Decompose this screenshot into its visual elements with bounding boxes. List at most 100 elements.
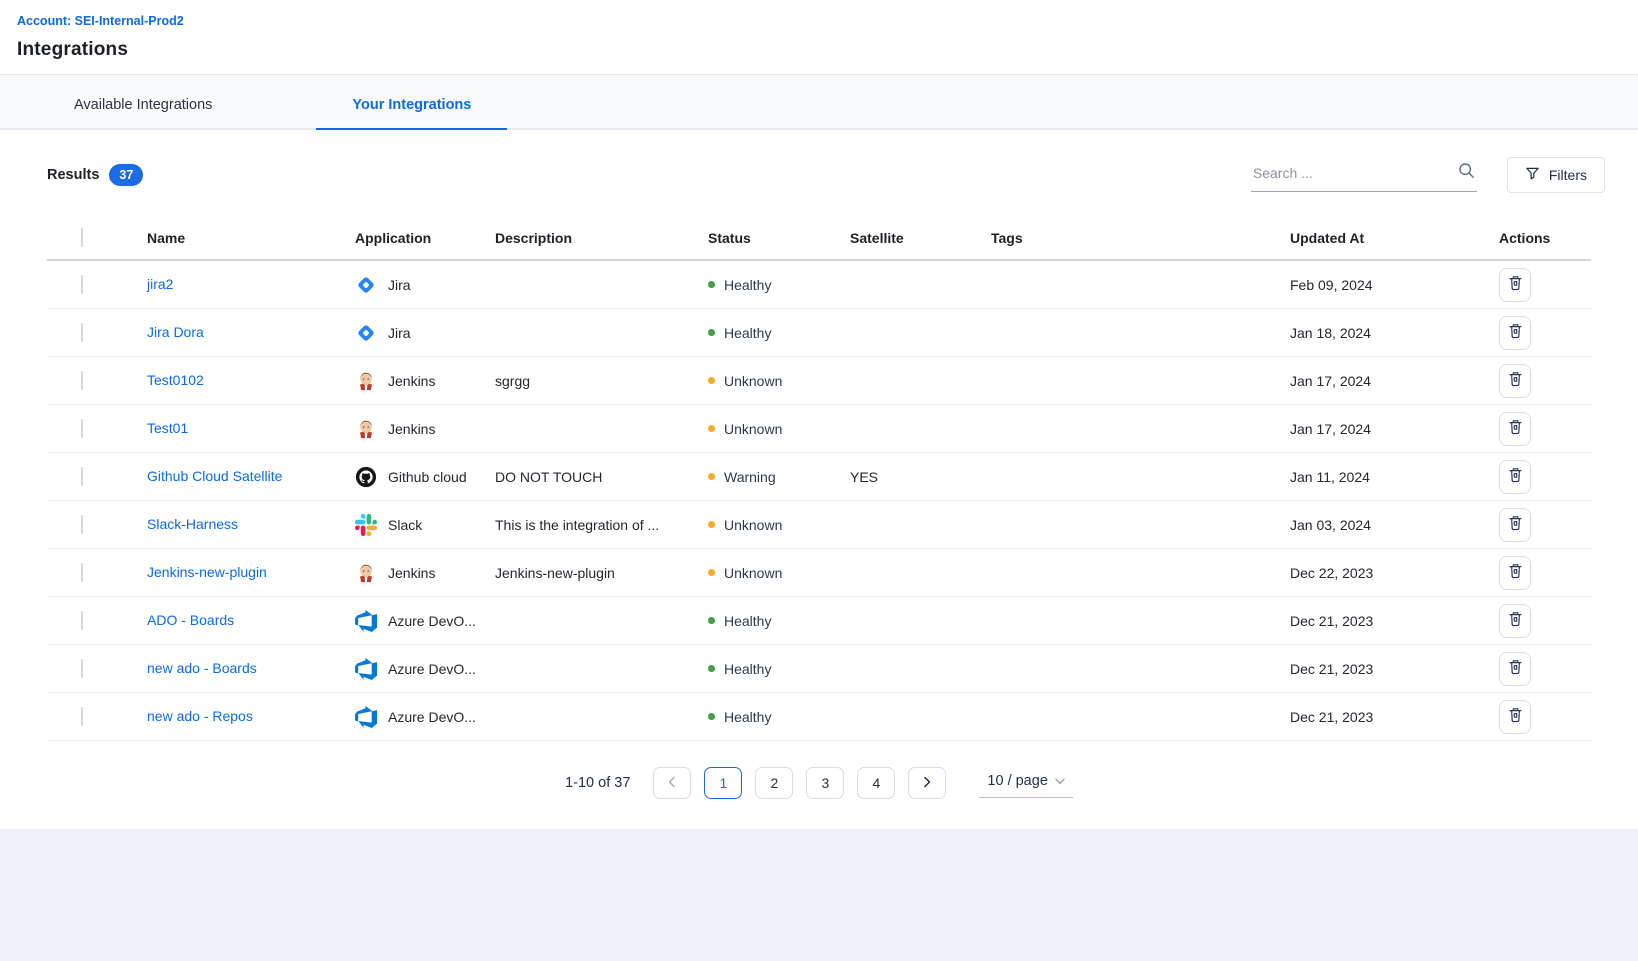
trash-icon [1508, 323, 1523, 342]
integration-name-link[interactable]: Test0102 [147, 372, 204, 388]
satellite-value: YES [850, 469, 991, 485]
page-button-1[interactable]: 1 [704, 767, 742, 799]
integration-name-link[interactable]: jira2 [147, 276, 173, 292]
status-indicator: Healthy [708, 613, 850, 629]
search-input[interactable] [1253, 165, 1458, 181]
trash-icon [1508, 563, 1523, 582]
status-label: Warning [724, 469, 776, 485]
integration-name-link[interactable]: Github Cloud Satellite [147, 468, 282, 484]
updated-at-value: Dec 21, 2023 [1290, 613, 1499, 629]
delete-button[interactable] [1499, 700, 1531, 734]
delete-button[interactable] [1499, 508, 1531, 542]
top-header: Account: SEI-Internal-Prod2 Integrations [0, 0, 1638, 75]
jenkins-icon [355, 562, 377, 584]
status-label: Healthy [724, 277, 771, 293]
chevron-right-icon [922, 775, 932, 791]
trash-icon [1508, 611, 1523, 630]
status-label: Healthy [724, 325, 771, 341]
integration-name-link[interactable]: Jenkins-new-plugin [147, 564, 267, 580]
status-dot-icon [708, 713, 715, 720]
results-summary: Results 37 [33, 164, 143, 186]
status-dot-icon [708, 617, 715, 624]
row-checkbox[interactable] [81, 563, 83, 582]
search-box [1251, 158, 1477, 192]
delete-button[interactable] [1499, 604, 1531, 638]
table-row: new ado - Boards Azure DevO... Healthy D… [47, 645, 1591, 693]
delete-button[interactable] [1499, 460, 1531, 494]
next-page-button[interactable] [908, 767, 946, 799]
application-label: Github cloud [388, 469, 467, 485]
status-dot-icon [708, 665, 715, 672]
page-background [0, 829, 1638, 961]
description-text: Jenkins-new-plugin [495, 565, 708, 581]
row-checkbox[interactable] [81, 659, 83, 678]
filters-label: Filters [1549, 167, 1587, 183]
status-dot-icon [708, 521, 715, 528]
column-header-satellite: Satellite [850, 230, 991, 246]
row-checkbox[interactable] [81, 611, 83, 630]
results-label: Results [47, 167, 99, 183]
integration-name-link[interactable]: new ado - Boards [147, 660, 257, 676]
delete-button[interactable] [1499, 556, 1531, 590]
row-checkbox[interactable] [81, 515, 83, 534]
row-checkbox[interactable] [81, 419, 83, 438]
column-header-tags: Tags [991, 230, 1290, 246]
status-indicator: Healthy [708, 277, 850, 293]
delete-button[interactable] [1499, 268, 1531, 302]
jira-icon [355, 322, 377, 344]
table-row: Test01 Jenkins Unknown Jan 17, 2024 [47, 405, 1591, 453]
page-size-select[interactable]: 10 / page [979, 769, 1072, 798]
column-header-application: Application [355, 230, 495, 246]
table-row: Github Cloud Satellite Github cloud DO N… [47, 453, 1591, 501]
status-indicator: Warning [708, 469, 850, 485]
previous-page-button[interactable] [653, 767, 691, 799]
table-row: new ado - Repos Azure DevO... Healthy De… [47, 693, 1591, 741]
application-label: Azure DevO... [388, 709, 476, 725]
description-text: DO NOT TOUCH [495, 469, 708, 485]
description-text: This is the integration of ... [495, 517, 708, 533]
page-title: Integrations [17, 39, 1621, 61]
pagination-range-label: 1-10 of 37 [565, 775, 630, 791]
azure-devops-icon [355, 706, 377, 728]
column-header-updated-at: Updated At [1290, 230, 1499, 246]
tab-available-integrations[interactable]: Available Integrations [64, 97, 222, 128]
integration-name-link[interactable]: Slack-Harness [147, 516, 238, 532]
status-dot-icon [708, 329, 715, 336]
status-dot-icon [708, 569, 715, 576]
page-button-3[interactable]: 3 [806, 767, 844, 799]
table-header-row: Name Application Description Status Sate… [47, 217, 1591, 261]
table-row: jira2 Jira Healthy Feb 09, 2024 [47, 261, 1591, 309]
toolbar: Results 37 Filters [33, 130, 1605, 193]
integration-name-link[interactable]: new ado - Repos [147, 708, 253, 724]
delete-button[interactable] [1499, 412, 1531, 446]
integration-name-link[interactable]: Jira Dora [147, 324, 204, 340]
jira-icon [355, 274, 377, 296]
application-label: Jira [388, 277, 411, 293]
delete-button[interactable] [1499, 316, 1531, 350]
trash-icon [1508, 515, 1523, 534]
account-link[interactable]: Account: SEI-Internal-Prod2 [17, 14, 184, 28]
row-checkbox[interactable] [81, 371, 83, 390]
application-label: Jenkins [388, 421, 435, 437]
table-row: Slack-Harness Slack This is the integrat… [47, 501, 1591, 549]
page-button-2[interactable]: 2 [755, 767, 793, 799]
delete-button[interactable] [1499, 364, 1531, 398]
updated-at-value: Jan 17, 2024 [1290, 421, 1499, 437]
status-indicator: Unknown [708, 517, 850, 533]
row-checkbox[interactable] [81, 707, 83, 726]
page-button-4[interactable]: 4 [857, 767, 895, 799]
updated-at-value: Jan 18, 2024 [1290, 325, 1499, 341]
filter-icon [1525, 166, 1540, 184]
filters-button[interactable]: Filters [1507, 157, 1605, 193]
integration-name-link[interactable]: Test01 [147, 420, 188, 436]
select-all-checkbox[interactable] [81, 228, 83, 247]
delete-button[interactable] [1499, 652, 1531, 686]
tab-your-integrations[interactable]: Your Integrations [342, 97, 481, 128]
trash-icon [1508, 467, 1523, 486]
row-checkbox[interactable] [81, 275, 83, 294]
integration-name-link[interactable]: ADO - Boards [147, 612, 234, 628]
row-checkbox[interactable] [81, 323, 83, 342]
table-row: Jira Dora Jira Healthy Jan 18, 2024 [47, 309, 1591, 357]
status-indicator: Healthy [708, 661, 850, 677]
row-checkbox[interactable] [81, 467, 83, 486]
